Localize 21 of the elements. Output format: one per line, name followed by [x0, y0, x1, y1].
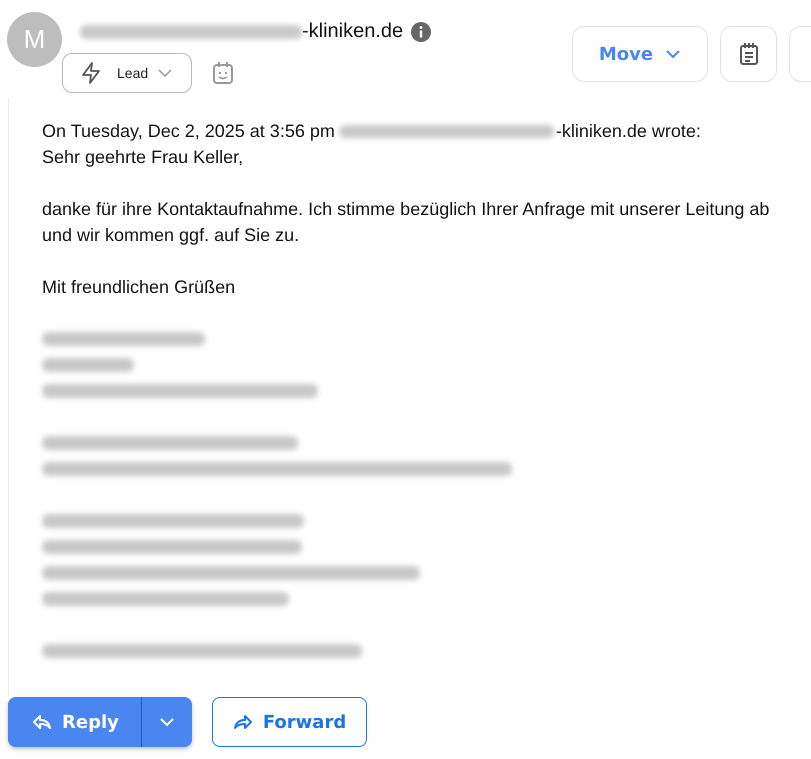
chevron-down-icon [665, 49, 682, 59]
calendar-face-icon[interactable] [212, 61, 234, 85]
sender-email: -kliniken.de [80, 20, 404, 43]
info-icon[interactable] [411, 22, 432, 42]
paragraph: danke für ihre Kontaktaufnahme. Ich stimme bezüglich Ihrer Anfrage mit unserer Leitung ab und wir kommen ggf. auf Sie zu. [42, 198, 770, 247]
chevron-down-icon [158, 69, 172, 77]
avatar: M [7, 12, 62, 67]
lightning-icon [81, 62, 101, 84]
lead-tag-dropdown[interactable]: Lead [62, 53, 192, 93]
forward-arrow-icon [232, 714, 253, 730]
chevron-down-icon [158, 717, 175, 727]
reply-arrow-icon [32, 714, 52, 730]
paragraph: Sehr geehrte Frau Keller, [42, 146, 244, 169]
notepad-icon [738, 42, 758, 66]
paragraph: Mit freundlichen Grüßen [42, 276, 236, 299]
reply-button[interactable]: Reply [8, 697, 142, 747]
forward-button[interactable]: Forward [212, 697, 368, 747]
quote-header: On Tuesday, Dec 2, 2025 at 3:56 pm -kliniken.de wrote: [42, 120, 702, 143]
move-button[interactable]: Move [572, 26, 708, 82]
notes-button[interactable] [720, 26, 777, 82]
reply-options-button[interactable] [142, 697, 192, 747]
